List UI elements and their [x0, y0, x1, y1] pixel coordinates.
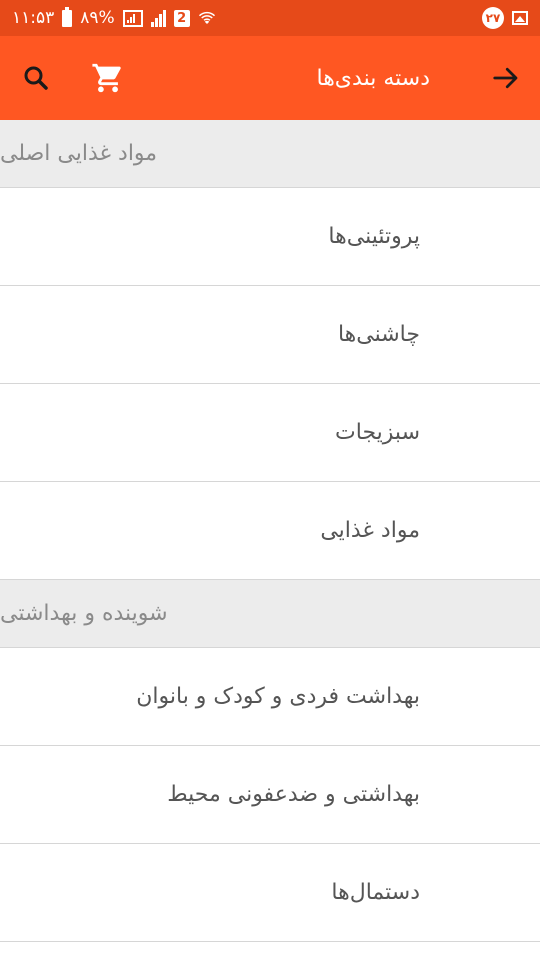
category-item-food[interactable]: مواد غذایی — [0, 482, 540, 580]
app-bar: دسته بندی‌ها — [0, 36, 540, 120]
category-item-condiments[interactable]: چاشنی‌ها — [0, 286, 540, 384]
search-icon — [24, 66, 48, 90]
signal-sim1-icon — [122, 9, 143, 27]
wifi-icon — [198, 11, 215, 24]
status-right: ۲۷ — [482, 7, 528, 29]
category-item-environment-disinfection[interactable]: بهداشتی و ضدعفونی محیط — [0, 746, 540, 844]
battery-percent: ۸۹% — [80, 8, 115, 28]
signal-sim2-icon — [150, 9, 166, 27]
back-button[interactable] — [478, 36, 534, 120]
sim2-badge: 2 — [173, 9, 190, 27]
cart-button[interactable] — [80, 36, 136, 120]
shopping-cart-icon — [92, 63, 121, 93]
search-button[interactable] — [8, 36, 64, 120]
gallery-notification-icon — [512, 11, 528, 25]
category-item-personal-hygiene[interactable]: بهداشت فردی و کودک و بانوان — [0, 648, 540, 746]
category-item-vegetables[interactable]: سبزیجات — [0, 384, 540, 482]
notification-count-badge: ۲۷ — [482, 7, 504, 29]
arrow-forward-icon — [493, 67, 518, 89]
category-item-proteins[interactable]: پروتئینی‌ها — [0, 188, 540, 286]
battery-icon — [62, 6, 73, 27]
category-item-tissues[interactable]: دستمال‌ها — [0, 844, 540, 942]
section-header-main-food: مواد غذایی اصلی — [0, 120, 540, 188]
section-header-detergent-hygiene: شوینده و بهداشتی — [0, 580, 540, 648]
status-left: ۱۱:۵۳ ۸۹% 2 — [12, 6, 216, 28]
status-bar: ۱۱:۵۳ ۸۹% 2 ۲۷ — [0, 0, 540, 36]
page-title: دسته بندی‌ها — [316, 65, 431, 91]
category-list: مواد غذایی اصلی پروتئینی‌ها چاشنی‌ها سبز… — [0, 120, 540, 942]
status-time: ۱۱:۵۳ — [12, 8, 55, 28]
